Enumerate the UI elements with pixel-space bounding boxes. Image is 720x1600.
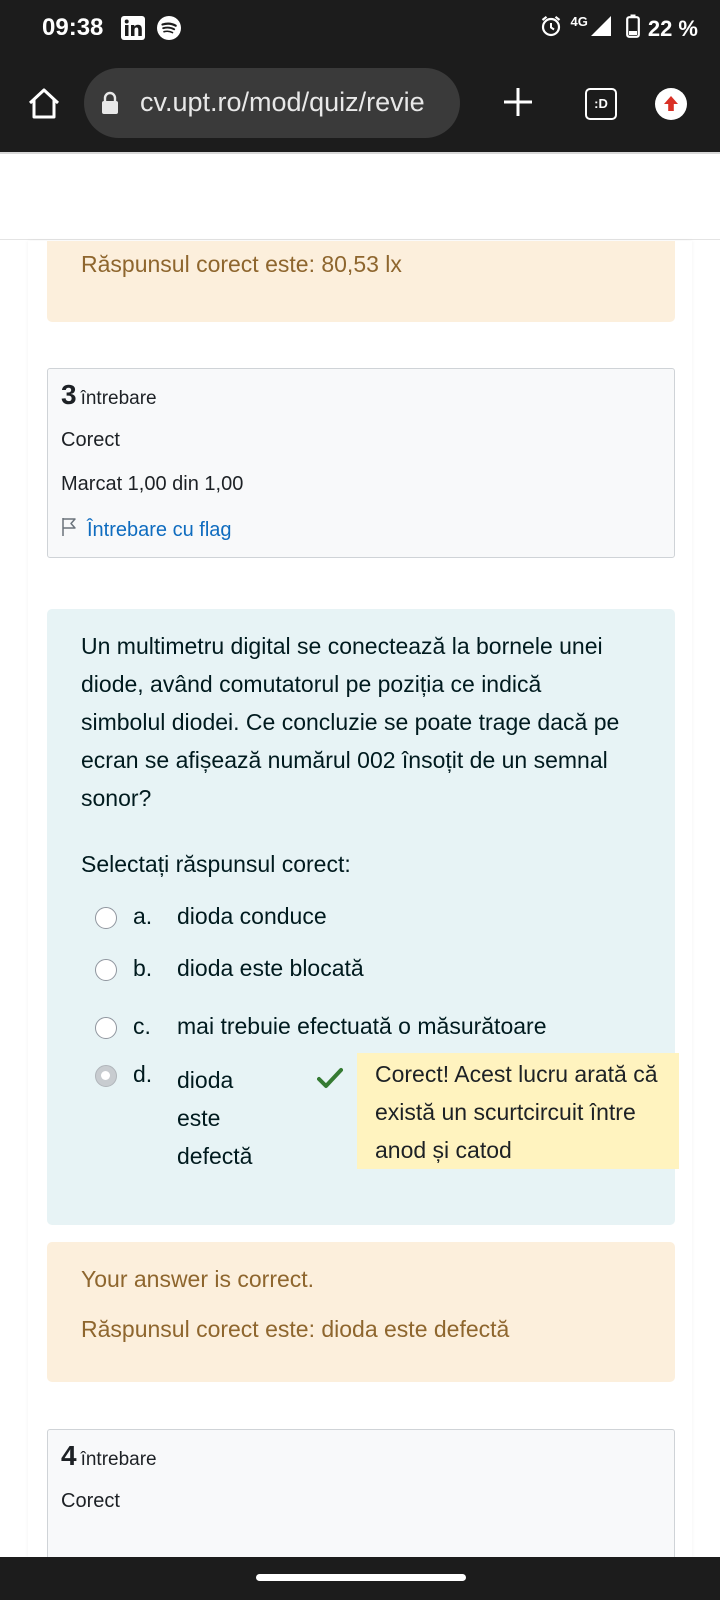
- question-mark: Marcat 1,00 din 1,00: [61, 473, 244, 495]
- network-type: 4G: [570, 13, 588, 29]
- page-header-area: [0, 154, 720, 240]
- status-right: 4G 22 %: [539, 13, 698, 44]
- general-feedback: Your answer is correct.: [81, 1266, 315, 1292]
- browser-toolbar: cv.upt.ro/mod/quiz/revie :D: [0, 58, 720, 152]
- linkedin-icon: [120, 15, 146, 41]
- spotify-icon: [156, 15, 182, 41]
- question-4-status: Corect: [61, 1490, 120, 1512]
- update-icon[interactable]: [655, 88, 687, 120]
- status-bar: 09:38 4G 22 %: [0, 0, 720, 58]
- question-4-word: întrebare: [80, 1449, 157, 1470]
- answer-option-d[interactable]: d. dioda este defectă Corect! Acest lucr…: [95, 1053, 679, 1169]
- question-4-info: 4 întrebare Corect: [47, 1429, 675, 1557]
- battery-percent: 22 %: [647, 16, 698, 41]
- battery-icon: [625, 14, 640, 44]
- option-feedback: Corect! Acest lucru arată că există un s…: [357, 1053, 679, 1169]
- flag-icon: [61, 517, 77, 543]
- option-letter-b: b.: [133, 955, 153, 981]
- previous-correct-answer: Răspunsul corect este: 80,53 lx: [81, 251, 402, 277]
- status-time: 09:38: [42, 14, 104, 41]
- navigation-bar: [0, 1557, 720, 1600]
- radio-b[interactable]: [95, 959, 117, 981]
- home-gesture-bar[interactable]: [256, 1574, 466, 1581]
- question-text: Un multimetru digital se conectează la b…: [81, 633, 620, 811]
- question-info: 3 întrebare Corect Marcat 1,00 din 1,00 Î…: [47, 368, 675, 558]
- question-status: Corect: [61, 429, 120, 451]
- answer-option-c[interactable]: c. mai trebuie efectuată o măsurătoare: [95, 1013, 546, 1039]
- option-letter-a: a.: [133, 903, 153, 929]
- alarm-icon: [539, 14, 563, 44]
- quiz-review-content: Răspunsul corect este: 80,53 lx 3 întreba…: [28, 241, 692, 1557]
- new-tab-icon[interactable]: [498, 82, 538, 122]
- question-feedback: Your answer is correct. Răspunsul corect…: [47, 1242, 675, 1382]
- correct-answer-text: Răspunsul corect este: dioda este defect…: [81, 1316, 510, 1342]
- question-number: 3 întrebare: [61, 379, 157, 410]
- radio-a[interactable]: [95, 907, 117, 929]
- question-content: Un multimetru digital se conectează la b…: [47, 609, 679, 1225]
- previous-feedback: Răspunsul corect este: 80,53 lx: [47, 241, 675, 322]
- url-bar[interactable]: cv.upt.ro/mod/quiz/revie: [84, 68, 460, 138]
- url-text: cv.upt.ro/mod/quiz/revie: [140, 87, 425, 117]
- question-word: întrebare: [80, 388, 157, 409]
- option-text-b: dioda este blocată: [177, 955, 364, 981]
- answer-option-a[interactable]: a. dioda conduce: [95, 903, 327, 929]
- option-letter-d: d.: [133, 1061, 153, 1087]
- question-4-number: 4 întrebare: [61, 1440, 157, 1471]
- flag-question-link[interactable]: Întrebare cu flag: [61, 517, 232, 543]
- answer-prompt: Selectați răspunsul corect:: [81, 851, 351, 877]
- lock-icon: [100, 91, 120, 115]
- home-icon[interactable]: [24, 84, 64, 124]
- option-text-a: dioda conduce: [177, 903, 327, 929]
- radio-d-selected[interactable]: [95, 1065, 117, 1087]
- radio-c[interactable]: [95, 1017, 117, 1039]
- tab-switcher-button[interactable]: :D: [585, 88, 617, 120]
- option-text-d: dioda este defectă: [177, 1067, 253, 1169]
- option-letter-c: c.: [133, 1013, 151, 1039]
- flag-label: Întrebare cu flag: [87, 518, 232, 541]
- option-text-c: mai trebuie efectuată o măsurătoare: [177, 1013, 547, 1039]
- signal-icon: [590, 15, 612, 43]
- answer-option-b[interactable]: b. dioda este blocată: [95, 955, 364, 981]
- check-icon: [317, 1067, 343, 1089]
